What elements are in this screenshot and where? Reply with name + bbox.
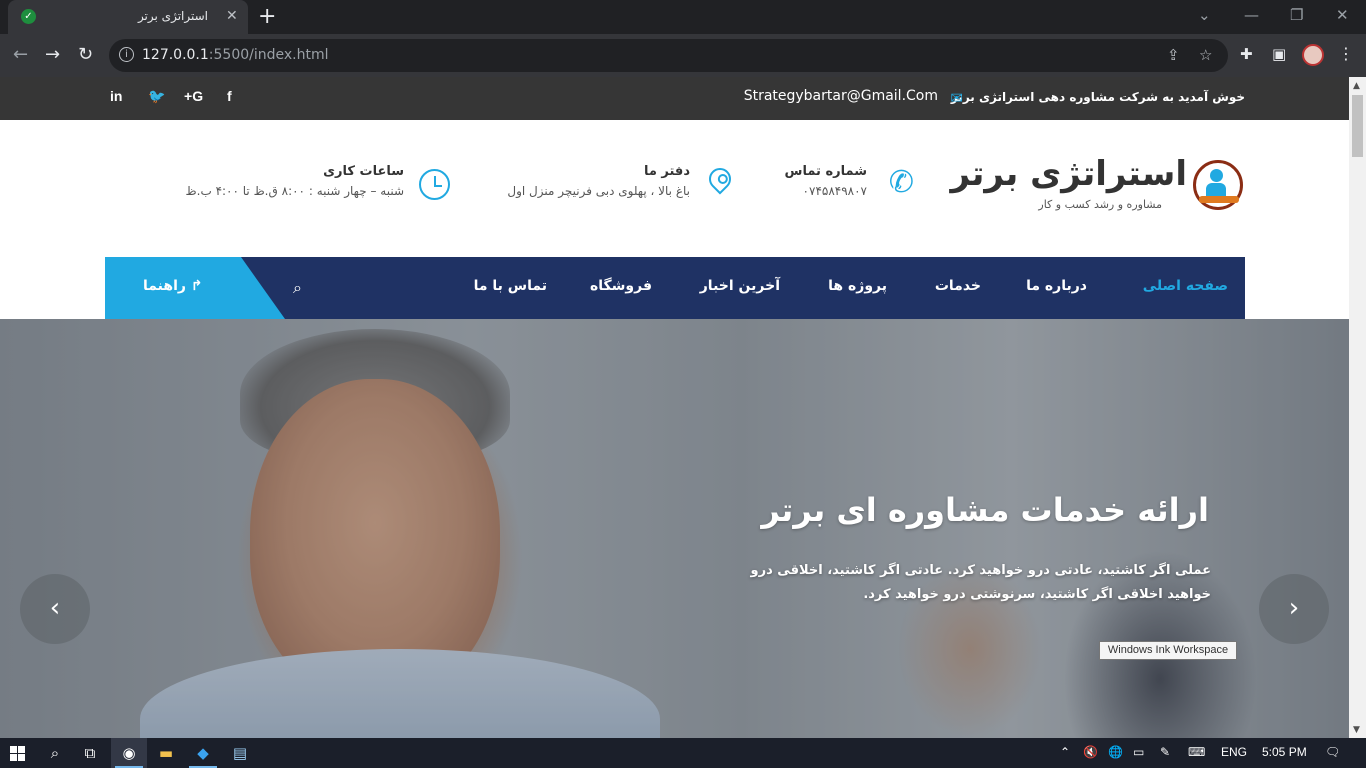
language-indicator[interactable]: ENG (1221, 745, 1247, 759)
browser-tabbar: ✓ استراتژی برتر ✕ + ⌄ — ❐ ✕ (0, 0, 1366, 34)
tab-search-icon[interactable]: ⌄ (1198, 6, 1211, 24)
reply-arrow-icon: ↱ (185, 278, 203, 294)
hours-text: شنبه – چهار شنبه : ۸:۰۰ ق.ظ تا ۴:۰۰ ب.ظ (185, 184, 404, 198)
welcome-text: خوش آمدید به شرکت مشاوره دهی استراتژی بر… (950, 90, 1245, 104)
browser-toolbar: ← → ↻ i 127.0.0.1:5500/index.html ⇪ ☆ ✚ … (0, 34, 1366, 77)
nav-home[interactable]: صفحه اصلی (1143, 278, 1228, 294)
reload-icon[interactable]: ↻ (78, 44, 93, 65)
twitter-icon[interactable]: 🐦 (148, 88, 165, 105)
windows-ink-tooltip: Windows Ink Workspace (1099, 641, 1237, 660)
email-link[interactable]: Strategybartar@Gmail.Com (744, 88, 938, 104)
scroll-down-icon[interactable]: ▼ (1353, 725, 1360, 735)
network-icon[interactable]: 🌐 (1108, 745, 1123, 759)
file-explorer-icon[interactable]: ▬ (148, 738, 184, 768)
url-text[interactable]: 127.0.0.1:5500/index.html (142, 47, 329, 63)
menu-icon[interactable]: ⋮ (1338, 44, 1354, 63)
side-panel-icon[interactable]: ▣ (1272, 45, 1286, 63)
nav-projects[interactable]: پروژه ها (828, 278, 887, 294)
nav-about[interactable]: درباره ما (1026, 278, 1087, 294)
location-pin-icon (704, 163, 736, 195)
guide-label[interactable]: ↱ راهنما (143, 278, 203, 294)
contact-title: شماره تماس (784, 164, 867, 179)
logo-icon[interactable] (1193, 160, 1243, 210)
back-icon[interactable]: ← (13, 44, 28, 65)
clock-time[interactable]: 5:05 PM (1262, 745, 1307, 759)
office-title: دفتر ما (643, 164, 690, 179)
top-info-bar: خوش آمدید به شرکت مشاوره دهی استراتژی بر… (0, 77, 1349, 120)
notepad-taskbar-icon[interactable]: ▤ (222, 738, 258, 768)
vscode-taskbar-icon[interactable]: ◆ (185, 738, 221, 768)
nav-shop[interactable]: فروشگاه (590, 278, 652, 294)
guide-text: راهنما (143, 278, 186, 294)
office-info: دفتر ما باغ بالا ، پهلوی دبی فرنیچر منزل… (507, 164, 690, 198)
scroll-up-icon[interactable]: ▲ (1353, 81, 1360, 91)
windows-taskbar: ⌕ ⧉ ◉ ▬ ◆ ▤ ⌃ 🔇 🌐 ▭ ✎ ⌨ ENG 5:05 PM 🗨 (0, 738, 1366, 768)
windows-ink-icon[interactable]: ✎ (1160, 745, 1170, 759)
nav-contact[interactable]: تماس با ما (474, 278, 547, 294)
url-path: :5500/index.html (208, 47, 329, 63)
nav-services[interactable]: خدمات (935, 278, 981, 294)
page-scrollbar[interactable]: ▲ ▼ (1349, 77, 1366, 738)
restore-icon[interactable]: ❐ (1290, 6, 1303, 24)
site-info-icon[interactable]: i (119, 47, 134, 62)
task-view-icon[interactable]: ⧉ (72, 738, 108, 768)
close-window-icon[interactable]: ✕ (1336, 6, 1349, 24)
tab-title: استراتژی برتر (137, 9, 208, 23)
phone-icon: ✆ (888, 165, 914, 200)
nav-news[interactable]: آخرین اخبار (700, 278, 780, 294)
hero-text: عملی اگر کاشتید، عادتی درو خواهید کرد. ع… (750, 563, 1211, 602)
url-host: 127.0.0.1 (142, 47, 209, 63)
battery-icon[interactable]: ▭ (1133, 745, 1144, 759)
scroll-thumb[interactable] (1352, 95, 1363, 157)
windows-start-icon[interactable] (10, 746, 25, 761)
browser-tab[interactable]: ✓ استراتژی برتر ✕ (8, 0, 248, 34)
search-icon[interactable]: ⌕ (293, 278, 302, 298)
slider-next-button[interactable]: › (1259, 574, 1329, 644)
slider-prev-button[interactable]: ‹ (20, 574, 90, 644)
favicon-check-icon: ✓ (21, 9, 36, 24)
contact-number: ۰۷۴۵۸۴۹۸۰۷ (802, 184, 867, 198)
notifications-icon[interactable]: 🗨 (1325, 745, 1340, 759)
clock-icon (419, 169, 450, 200)
facebook-icon[interactable]: f (227, 88, 232, 104)
linkedin-icon[interactable]: in (110, 88, 122, 104)
profile-avatar[interactable] (1302, 44, 1324, 66)
page-viewport: خوش آمدید به شرکت مشاوره دهی استراتژی بر… (0, 77, 1349, 738)
tray-chevron-icon[interactable]: ⌃ (1060, 745, 1070, 759)
volume-muted-icon[interactable]: 🔇 (1083, 745, 1098, 759)
hours-title: ساعات کاری (323, 164, 404, 179)
main-navbar: صفحه اصلی درباره ما خدمات پروژه ها آخرین… (105, 257, 1245, 319)
taskbar-search-icon[interactable]: ⌕ (37, 738, 73, 768)
minimize-icon[interactable]: — (1244, 6, 1259, 24)
contact-info: شماره تماس ۰۷۴۵۸۴۹۸۰۷ (785, 164, 867, 198)
envelope-icon: ✉ (950, 89, 963, 107)
google-plus-icon[interactable]: G+ (184, 88, 203, 104)
hero-slider: ارائه خدمات مشاوره ای برتر عملی اگر کاشت… (0, 319, 1349, 738)
address-bar[interactable]: i 127.0.0.1:5500/index.html ⇪ ☆ (109, 39, 1228, 72)
tab-close-icon[interactable]: ✕ (226, 8, 238, 24)
keyboard-icon[interactable]: ⌨ (1188, 745, 1205, 759)
chrome-taskbar-icon[interactable]: ◉ (111, 738, 147, 768)
new-tab-button[interactable]: + (258, 4, 276, 29)
share-icon[interactable]: ⇪ (1167, 46, 1180, 64)
extensions-icon[interactable]: ✚ (1240, 45, 1253, 63)
bookmark-star-icon[interactable]: ☆ (1199, 46, 1212, 64)
logo-title[interactable]: استراتژی برتر (950, 154, 1187, 194)
office-address: باغ بالا ، پهلوی دبی فرنیچر منزل اول (507, 184, 690, 198)
logo-subtitle: مشاوره و رشد کسب و کار (1038, 198, 1162, 211)
forward-icon[interactable]: → (45, 44, 60, 65)
hero-title: ارائه خدمات مشاوره ای برتر (761, 491, 1209, 529)
site-header: استراتژی برتر مشاوره و رشد کسب و کار ✆ ش… (0, 120, 1349, 257)
hours-info: ساعات کاری شنبه – چهار شنبه : ۸:۰۰ ق.ظ ت… (186, 164, 404, 198)
